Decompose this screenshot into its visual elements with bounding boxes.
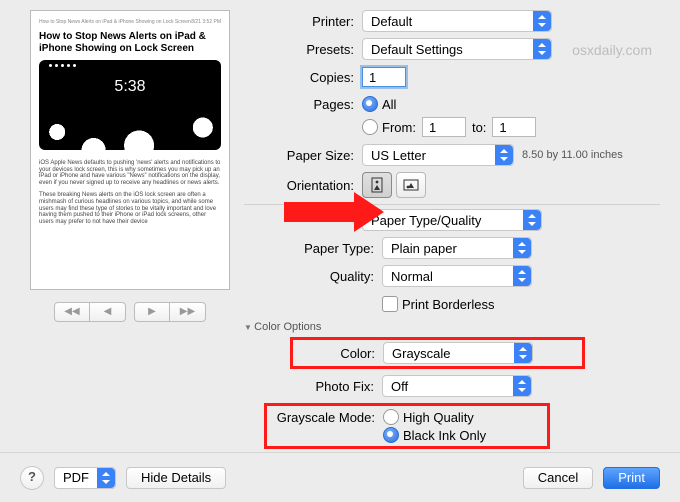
preview-pane: How to Stop News Alerts on iPad & iPhone…: [20, 10, 240, 430]
preview-pager: ◀◀ ◀ ▶ ▶▶: [20, 302, 240, 322]
grayscale-mode-label: Grayscale Mode:: [267, 408, 383, 425]
pdf-menu[interactable]: PDF: [54, 467, 116, 489]
grayscale-black-ink-radio[interactable]: [383, 427, 399, 443]
color-select[interactable]: Grayscale: [383, 342, 533, 364]
copies-label: Copies:: [244, 70, 362, 85]
page-preview: How to Stop News Alerts on iPad & iPhone…: [30, 10, 230, 290]
borderless-label: Print Borderless: [402, 297, 494, 312]
print-dialog: How to Stop News Alerts on iPad & iPhone…: [0, 0, 680, 502]
help-button[interactable]: ?: [20, 466, 44, 490]
color-options-disclosure[interactable]: Color Options: [244, 321, 660, 333]
grayscale-black-ink-label: Black Ink Only: [403, 428, 486, 443]
pages-all-label: All: [382, 97, 396, 112]
pages-from-radio[interactable]: [362, 119, 378, 135]
photo-fix-select[interactable]: Off: [382, 375, 532, 397]
cancel-button[interactable]: Cancel: [523, 467, 593, 489]
quality-label: Quality:: [244, 269, 382, 284]
dialog-footer: ? PDF Hide Details Cancel Print: [0, 452, 680, 502]
pages-from-label: From:: [382, 120, 416, 135]
preview-title: How to Stop News Alerts on iPad & iPhone…: [39, 31, 221, 54]
paper-size-label: Paper Size:: [244, 148, 362, 163]
printer-label: Printer:: [244, 14, 362, 29]
photo-fix-label: Photo Fix:: [244, 379, 382, 394]
section-select[interactable]: Paper Type/Quality: [362, 209, 542, 231]
orientation-landscape-button[interactable]: [396, 172, 426, 198]
quality-select[interactable]: Normal: [382, 265, 532, 287]
preview-image: [39, 60, 221, 150]
paper-size-select[interactable]: US Letter: [362, 144, 514, 166]
portrait-icon: [370, 177, 384, 193]
hide-details-button[interactable]: Hide Details: [126, 467, 226, 489]
color-label: Color:: [293, 346, 383, 361]
from-input[interactable]: [422, 117, 466, 137]
pager-next-button[interactable]: ▶: [134, 302, 170, 322]
grayscale-high-quality-radio[interactable]: [383, 409, 399, 425]
paper-type-select[interactable]: Plain paper: [382, 237, 532, 259]
print-button[interactable]: Print: [603, 467, 660, 489]
pages-all-radio[interactable]: [362, 96, 378, 112]
pages-to-label: to:: [472, 120, 486, 135]
pager-prev-button[interactable]: ◀: [90, 302, 126, 322]
pager-first-button[interactable]: ◀◀: [54, 302, 90, 322]
print-options-form: Printer: Default Presets: Default Settin…: [240, 10, 660, 430]
borderless-checkbox[interactable]: [382, 296, 398, 312]
landscape-icon: [403, 178, 419, 192]
orientation-label: Orientation:: [244, 178, 362, 193]
grayscale-high-quality-label: High Quality: [403, 410, 474, 425]
presets-select[interactable]: Default Settings: [362, 38, 552, 60]
paper-type-label: Paper Type:: [244, 241, 382, 256]
pages-label: Pages:: [244, 94, 362, 112]
printer-select[interactable]: Default: [362, 10, 552, 32]
presets-label: Presets:: [244, 42, 362, 57]
orientation-portrait-button[interactable]: [362, 172, 392, 198]
paper-dimensions: 8.50 by 11.00 inches: [522, 149, 623, 161]
pager-last-button[interactable]: ▶▶: [170, 302, 206, 322]
copies-input[interactable]: [362, 67, 406, 87]
to-input[interactable]: [492, 117, 536, 137]
